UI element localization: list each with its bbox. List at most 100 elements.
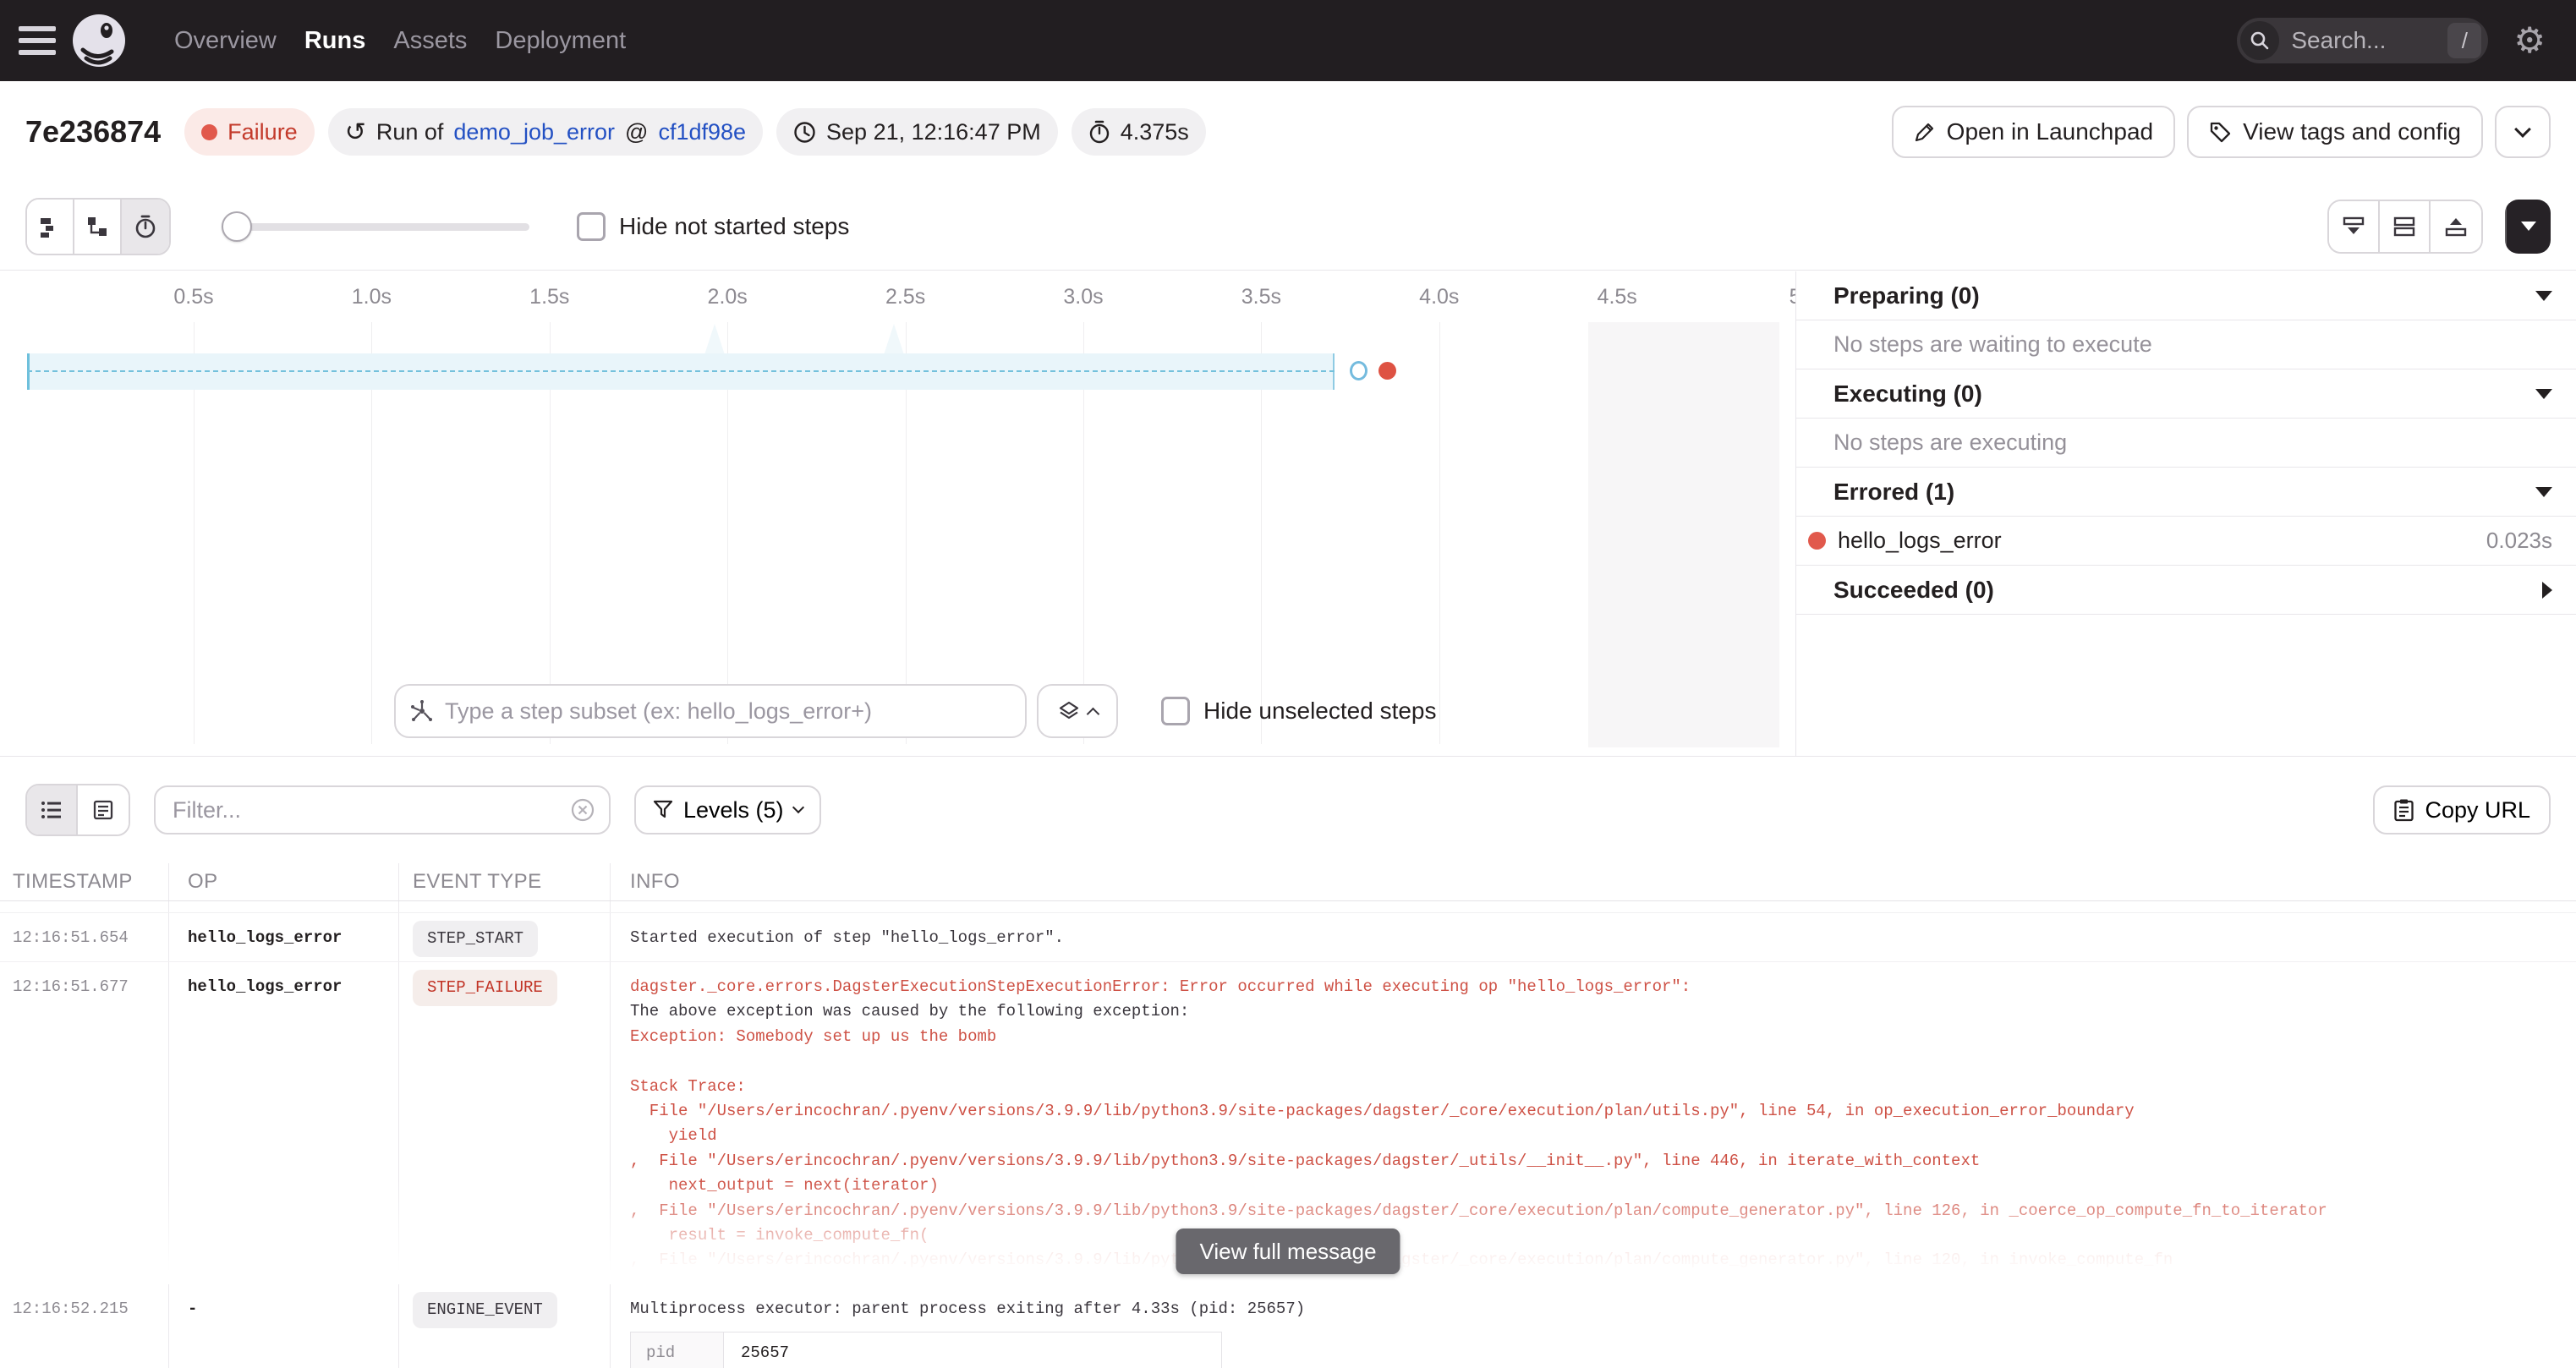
nav-item-assets[interactable]: Assets [393, 27, 467, 55]
structured-view-icon [92, 799, 114, 821]
col-info: INFO [611, 863, 2576, 900]
run-of-prefix: Run of [376, 119, 444, 145]
stack-trace-line: , File "/Users/erincochran/.pyenv/versio… [630, 1199, 2576, 1223]
step-start-marker[interactable] [1350, 361, 1367, 380]
open-in-launchpad-label: Open in Launchpad [1947, 118, 2153, 145]
log-timestamp: 12:16:52.215 [0, 1284, 169, 1368]
axis-tick-label: 1.0s [352, 285, 392, 309]
split-view-button[interactable] [2380, 201, 2431, 252]
slider-knob[interactable] [222, 211, 252, 242]
stack-trace-line: result = invoke_compute_fn( [630, 1223, 2576, 1248]
log-table-header: TIMESTAMP OP EVENT TYPE INFO [0, 863, 2576, 901]
view-mode-timed-button[interactable] [122, 200, 169, 254]
metadata-key: pid [631, 1332, 724, 1368]
hide-unselected-checkbox[interactable] [1161, 697, 1190, 725]
log-levels-dropdown[interactable]: Levels (5) [634, 785, 821, 834]
hide-not-started-checkbox[interactable] [577, 212, 606, 241]
step-subset-input[interactable] [445, 698, 1011, 725]
logs-toolbar: Levels (5) Copy URL [0, 757, 2576, 863]
gantt-toolbar: Hide not started steps Re-execute all (*… [0, 183, 2576, 271]
axis-tick-label: 5 [1789, 285, 1796, 309]
log-op: hello_logs_error [169, 962, 399, 1283]
stack-trace-line: , File "/Users/erincochran/.pyenv/versio… [630, 1248, 2576, 1272]
clipboard-icon [2393, 798, 2414, 822]
panel-section-executing[interactable]: Executing (0) [1796, 369, 2576, 419]
settings-gear-icon[interactable]: ⚙ [2513, 23, 2546, 58]
panel-section-errored[interactable]: Errored (1) [1796, 468, 2576, 517]
log-filter-wrap [154, 785, 611, 834]
graph-query-toggle-button[interactable] [1037, 684, 1118, 738]
search-icon [2240, 21, 2279, 60]
global-search[interactable]: Search... / [2237, 18, 2488, 63]
layers-icon [1058, 700, 1080, 722]
dagster-logo-icon[interactable] [71, 13, 127, 68]
dock-bottom-button[interactable] [2329, 201, 2380, 252]
nav-item-deployment[interactable]: Deployment [495, 27, 626, 55]
run-of-tag: ↺ Run of demo_job_error @ cf1df98e [328, 108, 763, 156]
chevron-down-icon [2535, 291, 2552, 301]
after-run-end-band [1588, 322, 1779, 747]
log-list-view-button[interactable] [27, 785, 78, 834]
nav-item-overview[interactable]: Overview [174, 27, 277, 55]
clear-filter-icon[interactable] [570, 797, 595, 823]
slider-track[interactable] [222, 223, 529, 231]
axis-tick-label: 2.5s [885, 285, 925, 309]
log-row-step-start[interactable]: 12:16:51.654 hello_logs_error STEP_START… [0, 913, 2576, 962]
nav-item-runs[interactable]: Runs [304, 27, 366, 55]
open-in-launchpad-button[interactable]: Open in Launchpad [1892, 106, 2175, 158]
timer-icon [1088, 120, 1110, 144]
errored-step-duration: 0.023s [2486, 528, 2552, 554]
axis-tick-label: 2.0s [708, 285, 748, 309]
col-op: OP [169, 863, 399, 900]
log-filter-input[interactable] [173, 797, 570, 824]
reexecute-all-button[interactable]: Re-execute all (*) [2505, 200, 2551, 254]
snapshot-link[interactable]: cf1df98e [658, 119, 746, 145]
top-nav: Overview Runs Assets Deployment Search..… [0, 0, 2576, 81]
chevron-down-icon [792, 802, 803, 813]
col-timestamp: TIMESTAMP [0, 863, 169, 900]
run-header: 7e236874 Failure ↺ Run of demo_job_error… [0, 81, 2576, 183]
view-mode-flat-button[interactable] [27, 200, 74, 254]
caret-down-icon [2521, 222, 2536, 231]
run-actions-dropdown-button[interactable] [2495, 106, 2551, 158]
stack-trace-line: File "/Users/erincochran/.pyenv/versions… [630, 1099, 2576, 1124]
panel-section-succeeded[interactable]: Succeeded (0) [1796, 566, 2576, 615]
log-structured-view-button[interactable] [78, 785, 129, 834]
col-event-type: EVENT TYPE [399, 863, 611, 900]
view-full-message-button[interactable]: View full message [1176, 1228, 1400, 1274]
event-type-badge: STEP_START [413, 921, 538, 957]
stopwatch-icon [134, 214, 157, 239]
metadata-value: 25657 [724, 1332, 1221, 1368]
zoom-slider[interactable] [222, 211, 529, 242]
panel-dock-group [2327, 200, 2483, 254]
stack-trace-line: next_output = next(iterator) [630, 1174, 2576, 1198]
dock-top-icon [2444, 216, 2468, 238]
axis-tick-label: 0.5s [173, 285, 213, 309]
axis-tick-label: 4.0s [1419, 285, 1459, 309]
log-row-engine-event[interactable]: 12:16:52.215 - ENGINE_EVENT Multiprocess… [0, 1284, 2576, 1368]
error-line [630, 1049, 2576, 1074]
log-op: - [169, 1284, 399, 1368]
nav-links: Overview Runs Assets Deployment [174, 27, 626, 55]
job-link[interactable]: demo_job_error [453, 119, 615, 145]
reexecute-dropdown-button[interactable] [2505, 200, 2551, 254]
hamburger-menu-icon[interactable] [19, 26, 56, 55]
run-started-tag: Sep 21, 12:16:47 PM [776, 108, 1058, 156]
pencil-icon [1914, 121, 1936, 143]
clock-icon [793, 121, 816, 144]
view-mode-waterfall-button[interactable] [74, 200, 122, 254]
errored-step-row[interactable]: hello_logs_error 0.023s [1796, 517, 2576, 566]
copy-url-button[interactable]: Copy URL [2373, 785, 2551, 834]
view-tags-config-button[interactable]: View tags and config [2187, 106, 2483, 158]
run-duration-tag: 4.375s [1072, 108, 1206, 156]
gantt-view-mode-group [25, 198, 171, 255]
dock-top-button[interactable] [2431, 201, 2481, 252]
run-duration-label: 4.375s [1121, 119, 1189, 145]
failure-dot-icon [201, 124, 217, 140]
step-failure-dot[interactable] [1378, 362, 1396, 380]
stack-trace-line: , File "/Users/erincochran/.pyenv/versio… [630, 1149, 2576, 1174]
panel-section-preparing[interactable]: Preparing (0) [1796, 271, 2576, 320]
split-view-icon [2392, 216, 2416, 238]
op-selector-icon [409, 698, 435, 724]
errored-step-name[interactable]: hello_logs_error [1838, 528, 2002, 554]
